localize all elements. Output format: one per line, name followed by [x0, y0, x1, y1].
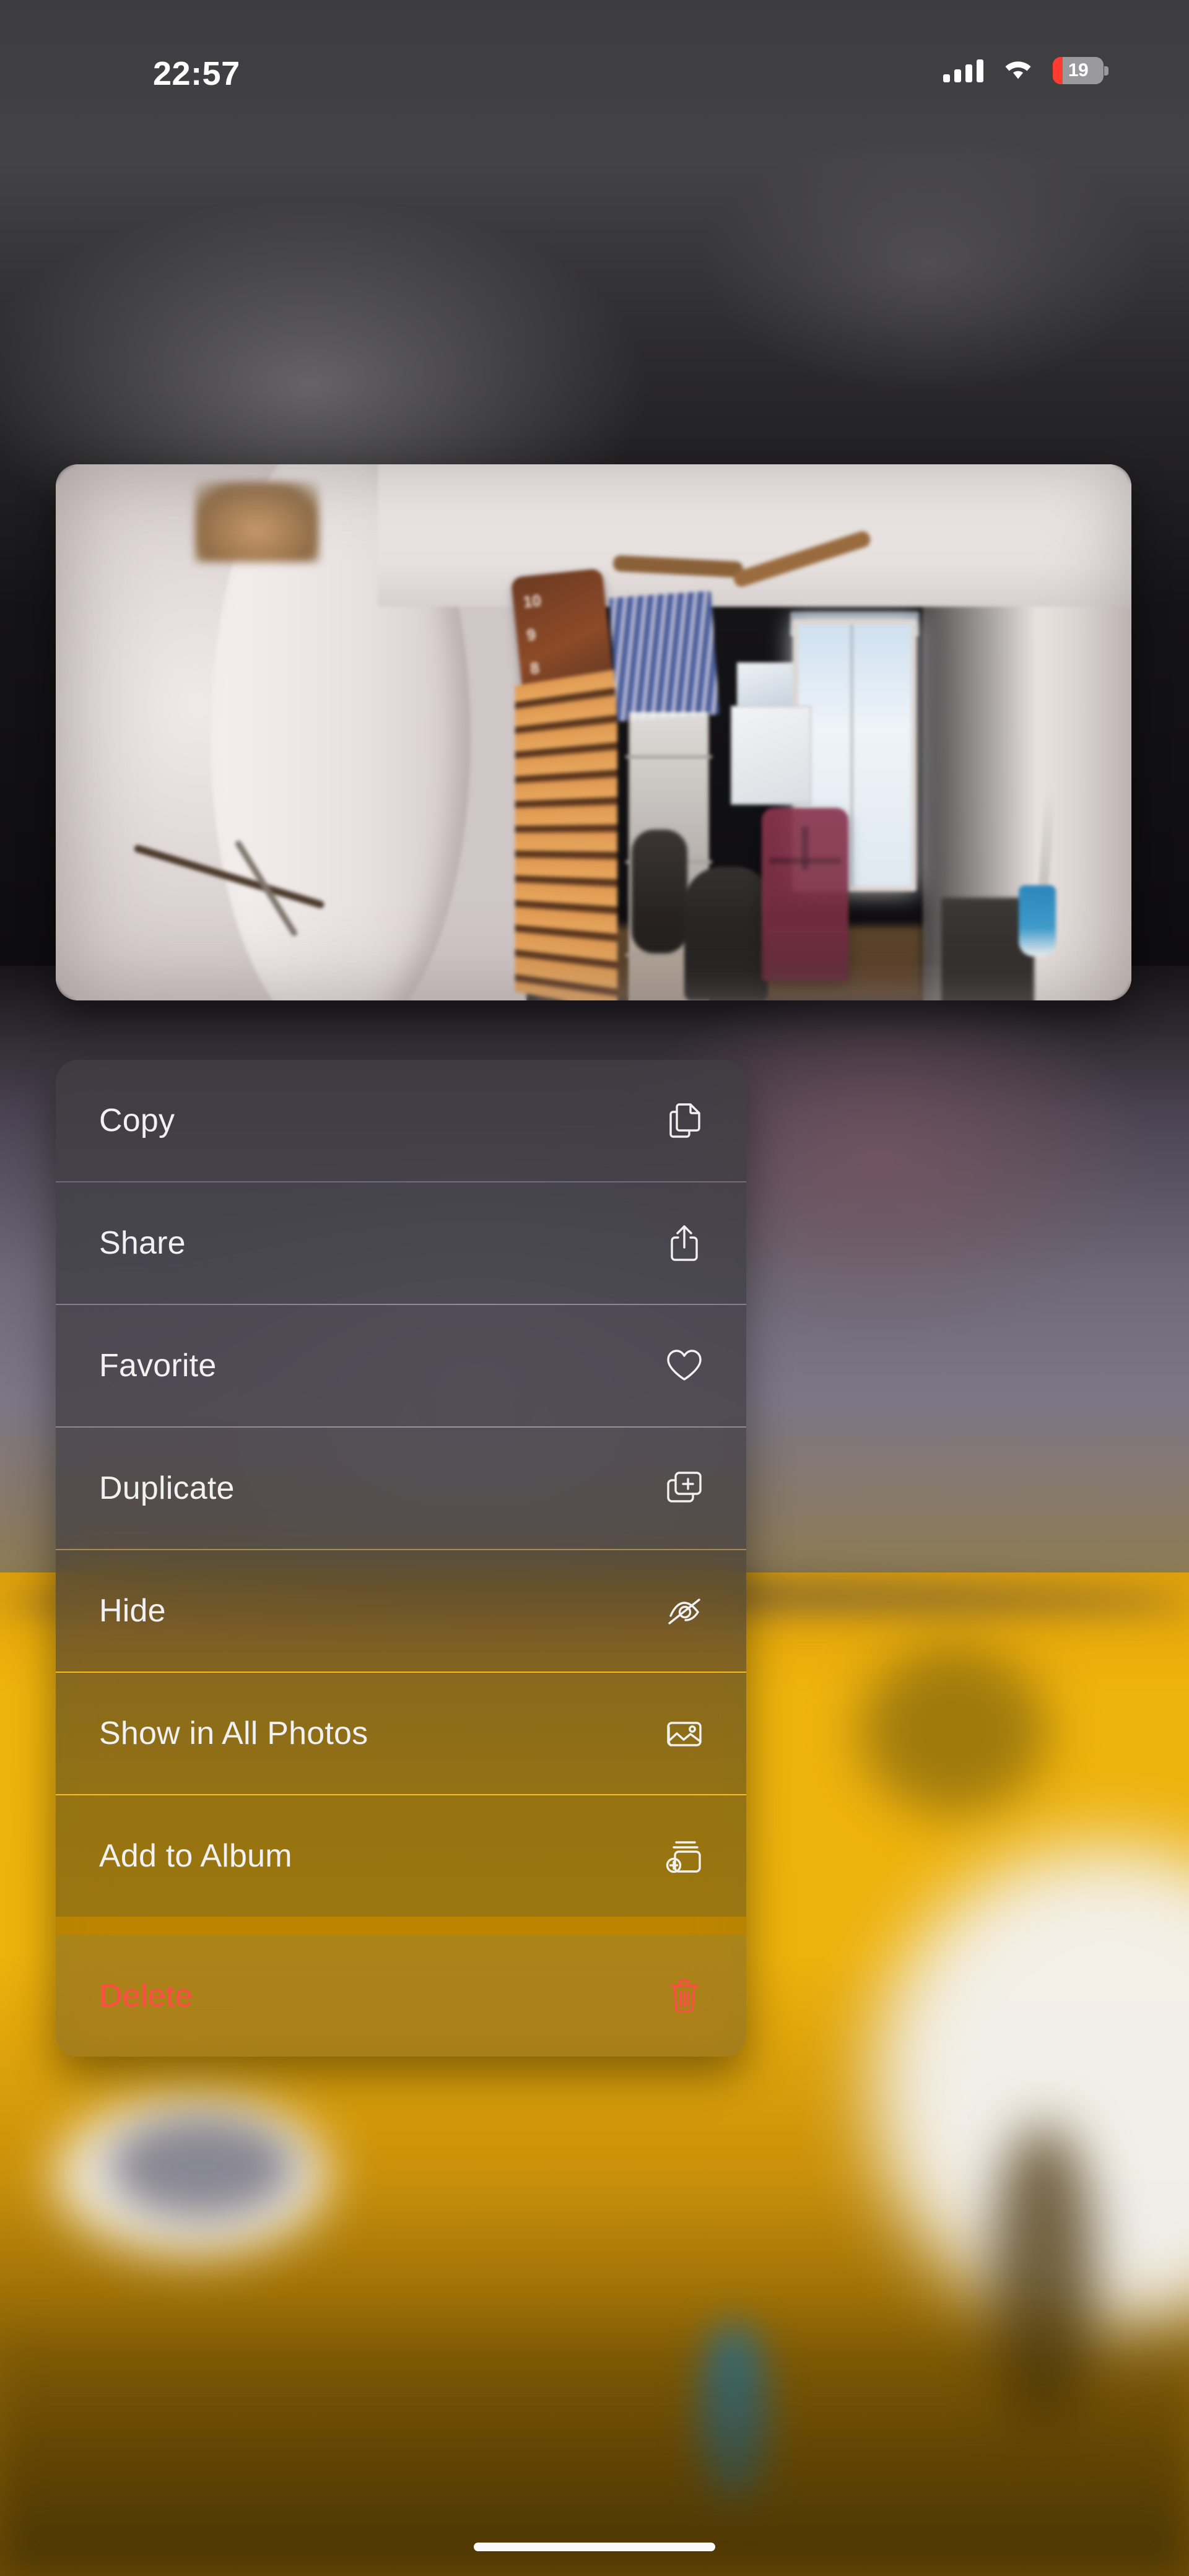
- menu-item-label: Share: [99, 1225, 186, 1261]
- copy-icon: [664, 1101, 704, 1140]
- menu-item-label: Favorite: [99, 1348, 217, 1384]
- menu-item-show-in-all-photos[interactable]: Show in All Photos: [56, 1673, 746, 1794]
- menu-item-hide[interactable]: Hide: [56, 1550, 746, 1672]
- menu-item-share[interactable]: Share: [56, 1182, 746, 1304]
- battery-icon: 19: [1053, 57, 1108, 84]
- photo-context-menu[interactable]: Copy Share Favorite Duplicate Hide Show …: [56, 1060, 746, 2057]
- status-bar-clock: 22:57: [153, 55, 240, 92]
- photo-stack-icon: [664, 1714, 704, 1753]
- selected-photo-preview[interactable]: 10 9 8: [56, 464, 1131, 1000]
- menu-item-label: Show in All Photos: [99, 1715, 368, 1751]
- trash-icon: [664, 1976, 704, 2016]
- duplicate-icon: [664, 1468, 704, 1508]
- menu-item-delete[interactable]: Delete: [56, 1935, 746, 2057]
- battery-cap: [1104, 66, 1108, 76]
- battery-percent-label: 19: [1068, 60, 1089, 80]
- menu-item-duplicate[interactable]: Duplicate: [56, 1428, 746, 1549]
- menu-item-label: Add to Album: [99, 1838, 292, 1874]
- backdrop-bottom-shade: [0, 2303, 1189, 2575]
- menu-item-copy[interactable]: Copy: [56, 1060, 746, 1181]
- eye-slash-icon: [664, 1591, 704, 1631]
- menu-item-label: Delete: [99, 1978, 193, 2014]
- share-icon: [664, 1223, 704, 1263]
- photo-vignette: [56, 464, 1131, 1000]
- menu-item-label: Duplicate: [99, 1470, 235, 1506]
- menu-item-label: Hide: [99, 1593, 166, 1629]
- backdrop-blob-grey: [108, 2114, 294, 2219]
- wifi-icon: [1002, 58, 1034, 83]
- home-indicator[interactable]: [474, 2543, 715, 2551]
- heart-icon: [664, 1346, 704, 1386]
- menu-separator-thick: [56, 1917, 746, 1935]
- add-to-album-icon: [664, 1836, 704, 1876]
- menu-item-label: Copy: [99, 1103, 175, 1138]
- status-bar: 22:57 19: [0, 0, 1189, 124]
- cellular-signal-icon: [943, 59, 983, 82]
- menu-item-favorite[interactable]: Favorite: [56, 1305, 746, 1426]
- status-bar-indicators: 19: [943, 57, 1108, 84]
- menu-item-add-to-album[interactable]: Add to Album: [56, 1795, 746, 1917]
- backdrop-blob-dark: [861, 1647, 1047, 1814]
